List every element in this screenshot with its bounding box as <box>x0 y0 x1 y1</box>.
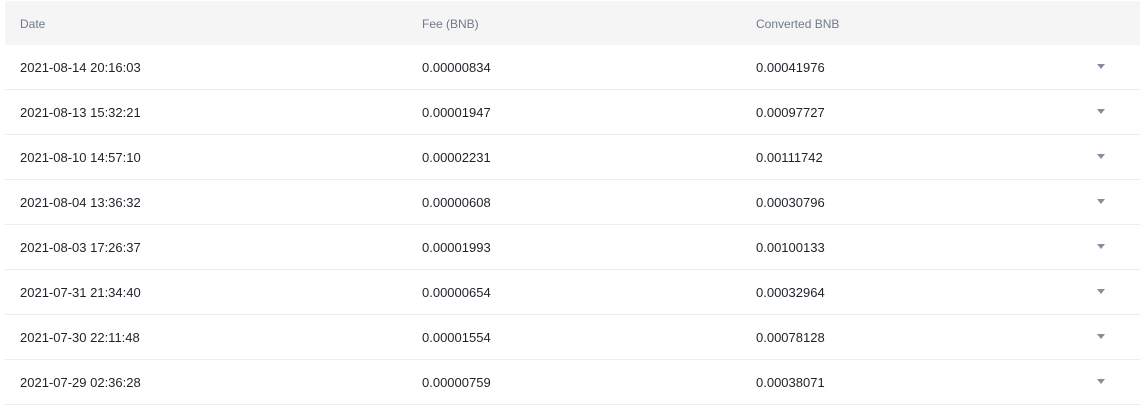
converted-cell: 0.00078128 <box>756 330 825 345</box>
chevron-down-icon[interactable] <box>1097 109 1105 114</box>
chevron-down-icon[interactable] <box>1097 154 1105 159</box>
fee-cell: 0.00000834 <box>422 60 491 75</box>
fee-cell: 0.00001947 <box>422 105 491 120</box>
date-cell: 2021-08-03 17:26:37 <box>20 240 141 255</box>
conversion-history-table: Date Fee (BNB) Converted BNB 2021-08-14 … <box>5 1 1140 405</box>
chevron-down-icon[interactable] <box>1097 334 1105 339</box>
date-cell: 2021-07-31 21:34:40 <box>20 285 141 300</box>
converted-cell: 0.00097727 <box>756 105 825 120</box>
fee-cell: 0.00001554 <box>422 330 491 345</box>
converted-cell: 0.00032964 <box>756 285 825 300</box>
converted-cell: 0.00100133 <box>756 240 825 255</box>
date-cell: 2021-08-04 13:36:32 <box>20 195 141 210</box>
fee-cell: 0.00000608 <box>422 195 491 210</box>
table-row[interactable]: 2021-08-04 13:36:32 0.00000608 0.00030796 <box>5 180 1140 225</box>
date-cell: 2021-08-10 14:57:10 <box>20 150 141 165</box>
chevron-down-icon[interactable] <box>1097 244 1105 249</box>
fee-cell: 0.00000759 <box>422 375 491 390</box>
table-row[interactable]: 2021-07-31 21:34:40 0.00000654 0.00032964 <box>5 270 1140 315</box>
date-cell: 2021-08-13 15:32:21 <box>20 105 141 120</box>
date-cell: 2021-08-14 20:16:03 <box>20 60 141 75</box>
table-row[interactable]: 2021-08-14 20:16:03 0.00000834 0.00041976 <box>5 45 1140 90</box>
table-body: 2021-08-14 20:16:03 0.00000834 0.00041976 2… <box>5 45 1140 405</box>
converted-cell: 0.00041976 <box>756 60 825 75</box>
chevron-down-icon[interactable] <box>1097 379 1105 384</box>
fee-cell: 0.00000654 <box>422 285 491 300</box>
table-row[interactable]: 2021-07-29 02:36:28 0.00000759 0.00038071 <box>5 360 1140 405</box>
converted-cell: 0.00030796 <box>756 195 825 210</box>
chevron-down-icon[interactable] <box>1097 64 1105 69</box>
table-row[interactable]: 2021-07-30 22:11:48 0.00001554 0.00078128 <box>5 315 1140 360</box>
column-header-date: Date <box>20 17 46 31</box>
converted-cell: 0.00038071 <box>756 375 825 390</box>
chevron-down-icon[interactable] <box>1097 199 1105 204</box>
date-cell: 2021-07-29 02:36:28 <box>20 375 141 390</box>
table-row[interactable]: 2021-08-10 14:57:10 0.00002231 0.00111742 <box>5 135 1140 180</box>
table-row[interactable]: 2021-08-03 17:26:37 0.00001993 0.00100133 <box>5 225 1140 270</box>
converted-cell: 0.00111742 <box>756 150 823 165</box>
date-cell: 2021-07-30 22:11:48 <box>20 330 140 345</box>
table-row[interactable]: 2021-08-13 15:32:21 0.00001947 0.00097727 <box>5 90 1140 135</box>
chevron-down-icon[interactable] <box>1097 289 1105 294</box>
column-header-converted: Converted BNB <box>756 17 840 31</box>
fee-cell: 0.00001993 <box>422 240 491 255</box>
column-header-fee: Fee (BNB) <box>422 17 479 31</box>
fee-cell: 0.00002231 <box>422 150 491 165</box>
table-header: Date Fee (BNB) Converted BNB <box>5 1 1140 45</box>
